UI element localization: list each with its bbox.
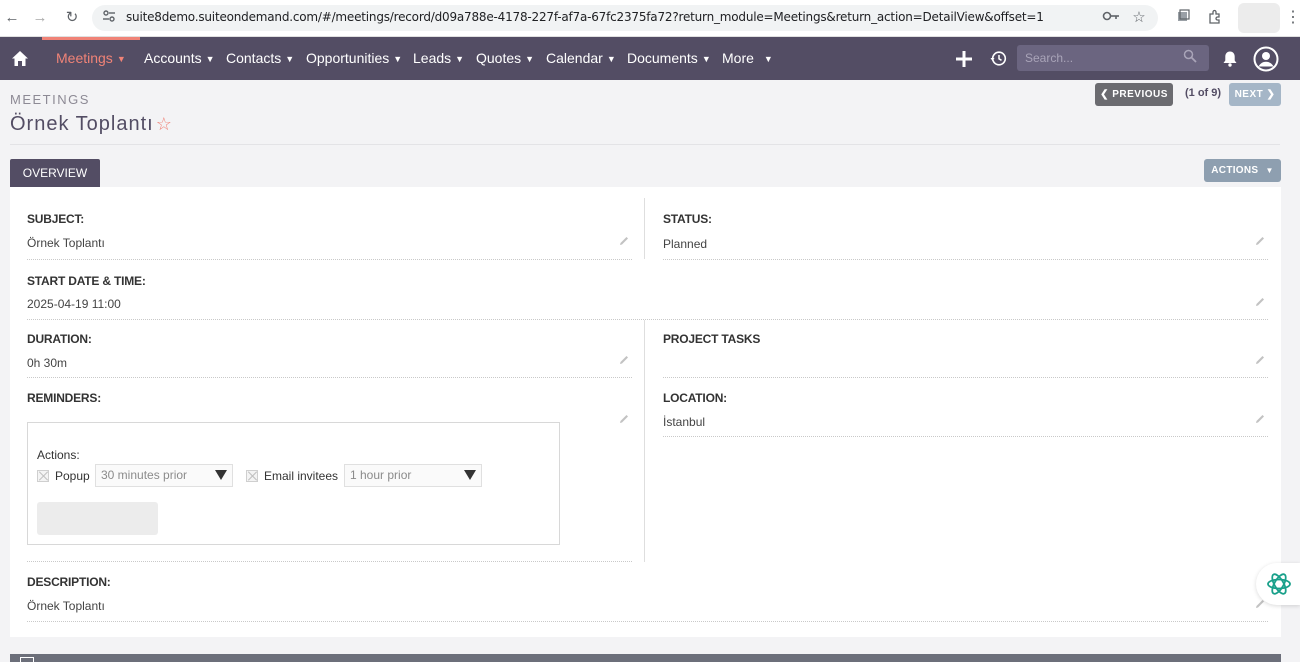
global-search[interactable] <box>1017 45 1209 71</box>
subject-value[interactable]: Örnek Toplantı <box>27 236 105 250</box>
record-title: Örnek Toplantı ☆ <box>10 113 173 135</box>
chevron-down-icon: ▼ <box>285 54 295 64</box>
address-bar[interactable]: suite8demo.suiteondemand.com/#/meetings/… <box>92 5 1158 31</box>
column-divider <box>644 198 645 259</box>
chevron-down-icon: ▼ <box>701 54 711 64</box>
password-key-icon[interactable] <box>1102 9 1120 27</box>
field-separator <box>27 561 632 562</box>
field-separator <box>663 436 1268 437</box>
reload-icon[interactable]: ↻ <box>62 8 82 28</box>
chevron-down-icon: ▼ <box>1265 166 1274 175</box>
duration-value[interactable]: 0h 30m <box>27 356 67 370</box>
edit-pencil-icon[interactable] <box>618 354 630 366</box>
reminder-actions-label: Actions: <box>37 448 80 462</box>
search-input[interactable] <box>1025 49 1185 67</box>
popup-time-select[interactable]: 30 minutes prior <box>95 464 233 487</box>
module-name: MEETINGS <box>10 92 90 107</box>
duration-label: DURATION: <box>27 332 92 346</box>
field-separator <box>663 259 1268 260</box>
chevron-left-icon: ❮ <box>1100 89 1109 100</box>
recently-viewed-history-icon[interactable] <box>988 37 1008 80</box>
field-separator <box>663 377 1268 378</box>
nav-item-accounts[interactable]: Accounts ▼ <box>144 37 215 80</box>
favorite-star-icon[interactable]: ☆ <box>156 114 173 134</box>
column-divider <box>644 320 645 562</box>
nav-item-leads[interactable]: Leads ▼ <box>413 37 464 80</box>
nav-item-more[interactable]: More ▼ <box>722 37 773 80</box>
popup-checkbox[interactable] <box>37 470 49 482</box>
browser-menu-icon[interactable]: ⋮ <box>1284 9 1300 27</box>
start-date-value[interactable]: 2025-04-19 11:00 <box>27 297 121 311</box>
subpanel-toggle-icon[interactable] <box>20 657 34 662</box>
chevron-down-icon: ▼ <box>116 54 126 64</box>
browser-toolbar: ← → ↻ suite8demo.suiteondemand.com/#/mee… <box>0 0 1300 37</box>
field-separator <box>27 377 632 378</box>
previous-record-button[interactable]: ❮ PREVIOUS <box>1095 83 1173 106</box>
chevron-down-icon: ▼ <box>205 54 215 64</box>
user-profile-icon[interactable] <box>1252 37 1280 80</box>
project-tasks-label: PROJECT TASKS <box>663 332 761 346</box>
email-time-select[interactable]: 1 hour prior <box>344 464 482 487</box>
description-label: DESCRIPTION: <box>27 575 111 589</box>
dropdown-triangle-icon <box>464 470 476 480</box>
edit-pencil-icon[interactable] <box>1254 413 1266 425</box>
chevron-down-icon: ▼ <box>393 54 403 64</box>
nav-item-opportunities[interactable]: Opportunities ▼ <box>306 37 402 80</box>
email-invitees-checkbox[interactable] <box>246 470 258 482</box>
subject-label: SUBJECT: <box>27 212 85 226</box>
chevron-right-icon: ❯ <box>1266 89 1276 100</box>
back-arrow-icon[interactable]: ← <box>2 8 22 28</box>
header-divider <box>10 144 1280 145</box>
home-icon[interactable] <box>0 37 40 80</box>
create-plus-icon[interactable] <box>954 37 974 80</box>
nav-item-calendar[interactable]: Calendar ▼ <box>546 37 616 80</box>
edit-pencil-icon[interactable] <box>618 413 630 425</box>
subpanel-bar[interactable] <box>10 654 1281 662</box>
popup-label: Popup <box>55 469 90 483</box>
nav-item-meetings[interactable]: Meetings ▼ <box>42 37 140 80</box>
dropdown-triangle-icon <box>215 470 227 480</box>
location-label: LOCATION: <box>663 391 727 405</box>
nav-item-contacts[interactable]: Contacts ▼ <box>226 37 294 80</box>
reminder-button[interactable] <box>37 502 158 535</box>
record-pager-count: (1 of 9) <box>1185 87 1222 99</box>
url-text[interactable]: suite8demo.suiteondemand.com/#/meetings/… <box>126 10 1044 24</box>
nav-item-documents[interactable]: Documents ▼ <box>627 37 711 80</box>
chevron-down-icon: ▼ <box>525 54 535 64</box>
field-separator <box>27 621 1268 622</box>
status-value[interactable]: Planned <box>663 237 707 251</box>
forward-arrow-icon[interactable]: → <box>30 8 50 28</box>
description-value[interactable]: Örnek Toplantı <box>27 599 105 613</box>
reminders-label: REMINDERS: <box>27 391 102 405</box>
field-separator <box>27 259 632 260</box>
site-settings-icon[interactable] <box>102 9 118 27</box>
actions-dropdown-button[interactable]: ACTIONS ▼ <box>1204 159 1281 182</box>
bookmark-star-icon[interactable]: ☆ <box>1130 9 1148 27</box>
edit-pencil-icon[interactable] <box>1254 354 1266 366</box>
edit-pencil-icon[interactable] <box>618 235 630 247</box>
assistant-knot-icon <box>1267 573 1291 595</box>
nav-item-quotes[interactable]: Quotes ▼ <box>476 37 534 80</box>
chevron-down-icon: ▼ <box>763 54 773 64</box>
browser-profile-avatar[interactable] <box>1238 3 1280 33</box>
assistant-launcher[interactable] <box>1256 563 1300 605</box>
start-date-label: START DATE & TIME: <box>27 274 146 288</box>
next-record-button[interactable]: NEXT ❯ <box>1229 83 1281 106</box>
chevron-down-icon: ▼ <box>606 54 616 64</box>
edit-pencil-icon[interactable] <box>1254 235 1266 247</box>
extensions-puzzle-icon[interactable] <box>1206 9 1224 27</box>
chevron-down-icon: ▼ <box>455 54 465 64</box>
reminders-panel: Actions: Popup 30 minutes prior Email in… <box>27 422 560 545</box>
notifications-bell-icon[interactable] <box>1220 37 1240 80</box>
email-invitees-label: Email invitees <box>264 469 339 483</box>
edit-pencil-icon[interactable] <box>1254 296 1266 308</box>
search-icon[interactable] <box>1183 49 1199 67</box>
tab-overview[interactable]: OVERVIEW <box>10 159 100 187</box>
main-navigation: Meetings ▼ Accounts ▼ Contacts ▼ Opportunit… <box>0 37 1300 80</box>
field-separator <box>27 319 1268 320</box>
extension-icon[interactable] <box>1174 9 1192 27</box>
location-value[interactable]: İstanbul <box>663 415 705 429</box>
status-label: STATUS: <box>663 212 712 226</box>
record-detail-panel <box>10 187 1281 637</box>
